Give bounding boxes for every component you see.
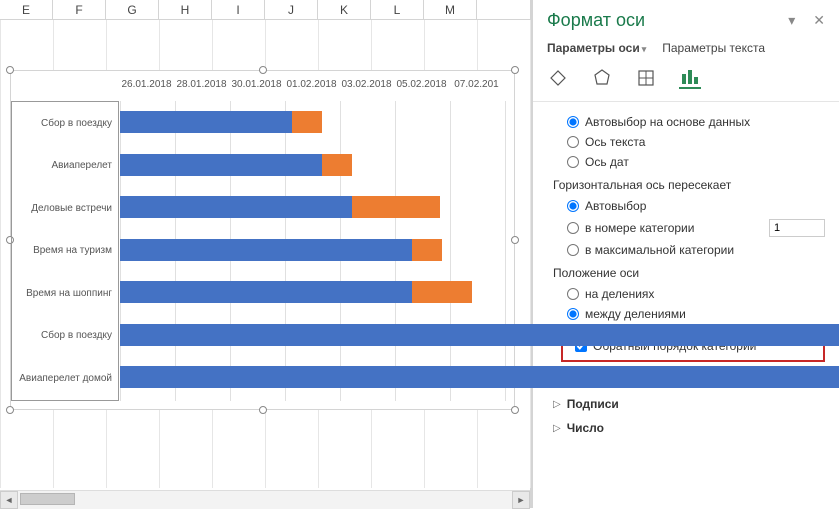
plot-area[interactable]: Сбор в поездкуАвиаперелетДеловые встречи… (11, 101, 514, 401)
pane-title: Формат оси (547, 10, 645, 31)
worksheet-area[interactable]: EFGHIJKLM 26.01.201828.01.201830.01.2018… (0, 0, 530, 508)
axis-options-icon[interactable] (679, 67, 701, 89)
category-label: Авиаперелет (12, 145, 118, 188)
column-header[interactable]: F (53, 0, 106, 19)
expander-number[interactable]: ▷Число (547, 416, 825, 440)
label-date-axis: Ось дат (585, 155, 629, 169)
resize-handle[interactable] (511, 406, 519, 414)
resize-handle[interactable] (259, 406, 267, 414)
bars-area[interactable] (120, 101, 514, 401)
x-axis[interactable]: 26.01.201828.01.201830.01.201801.02.2018… (11, 79, 514, 99)
tab-axis-options[interactable]: Параметры оси▾ (547, 41, 646, 55)
label-cross-number: в номере категории (585, 221, 694, 235)
label-cross-auto: Автовыбор (585, 199, 646, 213)
label-text-axis: Ось текста (585, 135, 645, 149)
scroll-right-button[interactable]: ► (512, 491, 530, 509)
bar-series-1[interactable] (120, 366, 839, 388)
scroll-thumb[interactable] (20, 493, 75, 505)
radio-auto-data[interactable] (567, 116, 579, 128)
column-header[interactable]: L (371, 0, 424, 19)
scroll-left-button[interactable]: ◄ (0, 491, 18, 509)
bar-series-2[interactable] (292, 111, 322, 133)
x-tick-label: 05.02.2018 (394, 79, 449, 90)
bar-series-2[interactable] (322, 154, 352, 176)
x-tick-label: 03.02.2018 (339, 79, 394, 90)
radio-on-tick[interactable] (567, 288, 579, 300)
radio-cross-auto[interactable] (567, 200, 579, 212)
x-tick-label: 28.01.2018 (174, 79, 229, 90)
y-axis-categories[interactable]: Сбор в поездкуАвиаперелетДеловые встречи… (11, 101, 119, 401)
resize-handle[interactable] (6, 66, 14, 74)
category-label: Авиаперелет домой (12, 357, 118, 400)
x-tick-label: 01.02.2018 (284, 79, 339, 90)
radio-cross-max[interactable] (567, 244, 579, 256)
horizontal-scrollbar[interactable]: ◄ ► (0, 490, 530, 508)
bar-series-2[interactable] (412, 239, 442, 261)
label-between-tick: между делениями (585, 307, 686, 321)
resize-handle[interactable] (259, 66, 267, 74)
category-label: Деловые встречи (12, 187, 118, 230)
radio-between-tick[interactable] (567, 308, 579, 320)
bar-series-1[interactable] (120, 154, 322, 176)
x-tick-label: 07.02.201 (449, 79, 504, 90)
column-header[interactable]: M (424, 0, 477, 19)
bar-series-2[interactable] (412, 281, 472, 303)
column-header[interactable]: J (265, 0, 318, 19)
bar-series-1[interactable] (120, 111, 292, 133)
label-auto-data: Автовыбор на основе данных (585, 115, 750, 129)
label-cross-max: в максимальной категории (585, 243, 734, 257)
resize-handle[interactable] (6, 406, 14, 414)
pane-close-icon[interactable]: ✕ (813, 12, 825, 29)
embedded-chart[interactable]: 26.01.201828.01.201830.01.201801.02.2018… (10, 70, 515, 410)
column-headers: EFGHIJKLM (0, 0, 530, 20)
column-header[interactable]: G (106, 0, 159, 19)
x-tick-label: 26.01.2018 (119, 79, 174, 90)
bar-series-2[interactable] (352, 196, 440, 218)
expander-labels[interactable]: ▷Подписи (547, 392, 825, 416)
column-header[interactable]: E (0, 0, 53, 19)
column-header[interactable]: K (318, 0, 371, 19)
bar-series-1[interactable] (120, 239, 412, 261)
radio-text-axis[interactable] (567, 136, 579, 148)
category-label: Время на шоппинг (12, 272, 118, 315)
scroll-track[interactable] (18, 491, 512, 509)
tab-text-options[interactable]: Параметры текста (662, 41, 765, 55)
radio-date-axis[interactable] (567, 156, 579, 168)
fill-line-icon[interactable] (547, 67, 569, 89)
label-axis-position: Положение оси (547, 260, 825, 284)
input-cross-number[interactable] (769, 219, 825, 237)
category-label: Время на туризм (12, 230, 118, 273)
format-axis-pane: Формат оси ▾ ✕ Параметры оси▾ Параметры … (532, 0, 839, 508)
pane-options-icon[interactable]: ▾ (788, 12, 795, 29)
category-label: Сбор в поездку (12, 315, 118, 358)
category-label: Сбор в поездку (12, 102, 118, 145)
resize-handle[interactable] (511, 66, 519, 74)
bar-series-1[interactable] (120, 196, 352, 218)
label-on-tick: на делениях (585, 287, 654, 301)
effects-icon[interactable] (591, 67, 613, 89)
column-header[interactable]: H (159, 0, 212, 19)
radio-cross-number[interactable] (567, 222, 579, 234)
bar-series-1[interactable] (120, 324, 839, 346)
column-header[interactable]: I (212, 0, 265, 19)
bar-series-1[interactable] (120, 281, 412, 303)
size-properties-icon[interactable] (635, 67, 657, 89)
x-tick-label: 30.01.2018 (229, 79, 284, 90)
label-crosses: Горизонтальная ось пересекает (547, 172, 825, 196)
